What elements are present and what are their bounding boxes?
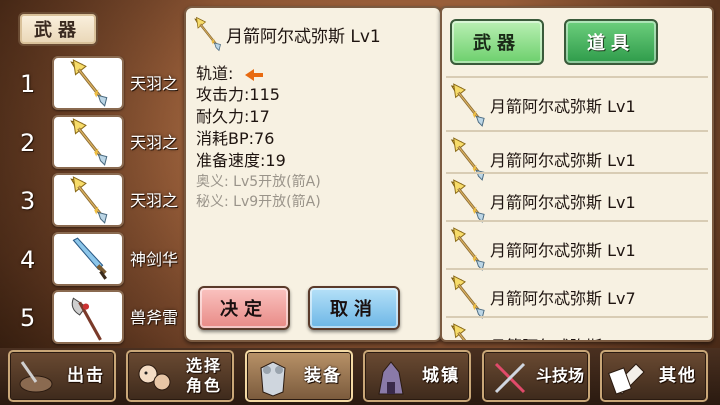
row-number: 2 <box>20 129 36 157</box>
golden-arrow-icon <box>52 56 124 110</box>
weapon-title: 月箭阿尔忒弥斯 Lv1 <box>226 27 381 47</box>
inventory-panel: 武器 道具 月箭阿尔忒弥斯 Lv1 月箭阿尔忒弥斯 Lv1 月箭阿尔忒弥斯 Lv… <box>440 6 714 342</box>
nav-label: 选择 角色 <box>185 356 222 395</box>
item-label: 月箭阿尔忒弥斯 Lv1 <box>490 151 636 170</box>
item-label: 月箭阿尔忒弥斯 Lv9 <box>490 333 636 340</box>
nav-label: 装备 <box>304 366 342 386</box>
prep-speed-stat: 准备速度:19 <box>196 151 286 170</box>
inventory-item[interactable]: 月箭阿尔忒弥斯 Lv1 <box>446 220 708 274</box>
equip-row-1[interactable]: 1 天羽之 <box>0 56 190 110</box>
nav-equip-button[interactable]: 装备 <box>245 350 353 402</box>
nav-sortie-button[interactable]: 出击 <box>8 350 116 402</box>
equip-row-2[interactable]: 2 天羽之 <box>0 115 190 169</box>
row-name: 兽斧雷 <box>130 308 179 327</box>
character-icon <box>138 364 171 391</box>
golden-arrow-icon <box>52 115 124 169</box>
inventory-item[interactable]: 月箭阿尔忒弥斯 Lv7 <box>446 268 708 322</box>
golden-arrow-icon <box>192 16 222 52</box>
nav-label: 出击 <box>67 366 105 386</box>
bp-cost-stat: 消耗BP:76 <box>196 129 275 148</box>
row-name: 天羽之 <box>130 191 179 210</box>
row-number: 3 <box>20 187 36 215</box>
attack-stat: 攻击力:115 <box>196 85 280 104</box>
item-label: 月箭阿尔忒弥斯 Lv1 <box>490 193 636 212</box>
axe-icon <box>52 290 124 344</box>
higi-info: 秘义: Lv9开放(箭A) <box>196 194 321 210</box>
equip-row-3[interactable]: 3 天羽之 <box>0 173 190 227</box>
tab-weapon[interactable]: 武器 <box>450 19 544 65</box>
equip-row-4[interactable]: 4 神剑华 <box>0 232 190 286</box>
item-label: 月箭阿尔忒弥斯 Lv1 <box>490 97 636 116</box>
row-name: 天羽之 <box>130 74 179 93</box>
row-name: 天羽之 <box>130 133 179 152</box>
confirm-button[interactable]: 决定 <box>198 286 290 330</box>
row-name: 神剑华 <box>130 250 179 269</box>
row-number: 1 <box>20 70 36 98</box>
nav-label: 其他 <box>659 366 697 386</box>
nav-label: 城镇 <box>422 366 460 386</box>
ougi-info: 奥义: Lv5开放(箭A) <box>196 174 321 190</box>
durability-stat: 耐久力:17 <box>196 107 270 126</box>
nav-character-button[interactable]: 选择 角色 <box>126 350 234 402</box>
cancel-button[interactable]: 取消 <box>308 286 400 330</box>
nav-other-button[interactable]: 其他 <box>600 350 708 402</box>
nav-town-button[interactable]: 城镇 <box>363 350 471 402</box>
golden-arrow-icon <box>448 274 486 320</box>
arena-icon <box>494 362 526 394</box>
town-icon <box>378 361 404 395</box>
inventory-item[interactable]: 月箭阿尔忒弥斯 Lv9 <box>446 316 708 342</box>
bottom-nav: 出击 选择 角色 装备 城镇 斗技场 其他 <box>0 348 720 405</box>
blue-sword-icon <box>52 232 124 286</box>
row-number: 4 <box>20 246 36 274</box>
golden-arrow-icon <box>448 82 486 128</box>
equip-row-5[interactable]: 5 兽斧雷 <box>0 290 190 344</box>
golden-arrow-icon <box>448 226 486 272</box>
row-number: 5 <box>20 304 36 332</box>
golden-arrow-icon <box>448 322 486 342</box>
other-icon <box>608 363 645 395</box>
armor-icon <box>260 361 286 397</box>
sortie-icon <box>19 361 53 393</box>
item-label: 月箭阿尔忒弥斯 Lv7 <box>490 289 636 308</box>
golden-arrow-icon <box>52 173 124 227</box>
golden-arrow-icon <box>448 178 486 224</box>
category-tab-weapon[interactable]: 武器 <box>18 12 98 46</box>
item-label: 月箭阿尔忒弥斯 Lv1 <box>490 241 636 260</box>
nav-label: 斗技场 <box>535 366 584 385</box>
tab-item[interactable]: 道具 <box>564 19 658 65</box>
inventory-item[interactable]: 月箭阿尔忒弥斯 Lv1 <box>446 76 708 130</box>
orbit-arrow-icon <box>244 68 263 81</box>
inventory-item[interactable]: 月箭阿尔忒弥斯 Lv1 <box>446 172 708 226</box>
nav-arena-button[interactable]: 斗技场 <box>482 350 590 402</box>
